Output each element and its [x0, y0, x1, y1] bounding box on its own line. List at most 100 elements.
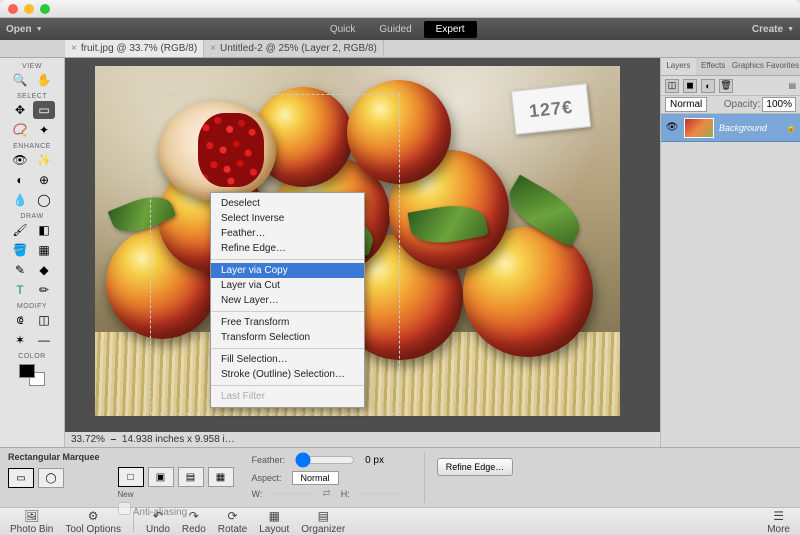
dropdown-icon: ▼ — [787, 26, 794, 33]
recompose-tool[interactable]: ◫ — [33, 311, 55, 329]
create-menu[interactable]: Create ▼ — [752, 24, 794, 35]
layout-button[interactable]: ▦Layout — [255, 509, 293, 535]
layer-mask-button[interactable]: ◼ — [683, 79, 697, 93]
marquee-tool[interactable]: ▭ — [33, 101, 55, 119]
type-tool[interactable]: T — [9, 281, 31, 299]
refine-edge-button[interactable]: Refine Edge… — [437, 458, 514, 476]
context-menu-item[interactable]: Free Transform — [211, 315, 364, 330]
clone-tool[interactable]: ⊕ — [33, 171, 55, 189]
brush-tool[interactable]: 🖌 — [9, 221, 31, 239]
more-button[interactable]: ☰More — [763, 509, 794, 535]
open-menu[interactable]: Open ▼ — [6, 24, 43, 35]
delete-layer-button[interactable]: 🗑 — [719, 79, 733, 93]
minimize-window-button[interactable] — [24, 4, 34, 14]
gradient-tool[interactable]: ▦ — [33, 241, 55, 259]
context-menu-item[interactable]: Deselect — [211, 196, 364, 211]
undo-button[interactable]: ↶Undo — [142, 509, 174, 535]
mode-quick[interactable]: Quick — [318, 21, 368, 38]
whiten-tool[interactable]: ✨ — [33, 151, 55, 169]
mode-expert[interactable]: Expert — [424, 21, 477, 38]
move-tool[interactable]: ✥ — [9, 101, 31, 119]
blend-mode-select[interactable]: Normal — [665, 97, 707, 112]
picker-tool[interactable]: ✎ — [9, 261, 31, 279]
selection-new-button[interactable]: □ — [118, 467, 144, 487]
zoom-window-button[interactable] — [40, 4, 50, 14]
crop-tool[interactable]: ⟃ — [9, 311, 31, 329]
layer-row[interactable]: 👁 Background 🔒 — [661, 114, 800, 142]
close-window-button[interactable] — [8, 4, 18, 14]
selection-subtract-button[interactable]: ▤ — [178, 467, 204, 487]
redo-button[interactable]: ↷Redo — [178, 509, 210, 535]
adjustment-layer-button[interactable]: ◐ — [701, 79, 715, 93]
blur-tool[interactable]: 💧 — [9, 191, 31, 209]
panel-menu-icon[interactable]: ▤ — [788, 81, 796, 90]
context-menu-item[interactable]: New Layer… — [211, 293, 364, 308]
visibility-toggle-icon[interactable]: 👁 — [665, 121, 679, 135]
close-tab-icon[interactable]: × — [210, 43, 216, 54]
photo-bin-icon: 🖼 — [23, 509, 41, 523]
workspace: VIEW 🔍 ✋ SELECT ✥ ▭ 📿 ✦ ENHANCE 👁 ✨ ◐ ⊕ … — [0, 58, 800, 447]
context-menu[interactable]: DeselectSelect InverseFeather…Refine Edg… — [210, 192, 365, 408]
layer-thumbnail[interactable] — [684, 118, 714, 138]
organizer-icon: ▤ — [314, 509, 332, 523]
document-tab[interactable]: × fruit.jpg @ 33.7% (RGB/8) — [65, 40, 204, 57]
image-price-tag: 127€ — [510, 83, 590, 135]
selection-new-label: New — [118, 490, 234, 499]
new-layer-button[interactable]: ◫ — [665, 79, 679, 93]
mode-switcher: Quick Guided Expert — [43, 21, 752, 38]
context-menu-item[interactable]: Stroke (Outline) Selection… — [211, 367, 364, 382]
panel-tab-favorites[interactable]: Favorites — [765, 58, 800, 75]
tool-group-label: MODIFY — [17, 303, 47, 310]
context-menu-item[interactable]: Feather… — [211, 226, 364, 241]
eraser-tool[interactable]: ◧ — [33, 221, 55, 239]
context-menu-item[interactable]: Refine Edge… — [211, 241, 364, 256]
tool-options-button[interactable]: ⚙Tool Options — [61, 509, 125, 535]
feather-value: 0 px — [365, 455, 384, 466]
rotate-button[interactable]: ⟳Rotate — [214, 509, 251, 535]
spot-heal-tool[interactable]: ◐ — [9, 171, 31, 189]
straighten-tool[interactable]: ― — [33, 331, 55, 349]
undo-icon: ↶ — [149, 509, 167, 523]
organizer-button[interactable]: ▤Organizer — [297, 509, 349, 535]
cookie-tool[interactable]: ✶ — [9, 331, 31, 349]
context-menu-item[interactable]: Transform Selection — [211, 330, 364, 345]
panel-tab-graphics[interactable]: Graphics — [731, 58, 766, 75]
zoom-tool[interactable]: 🔍 — [9, 71, 31, 89]
selection-intersect-button[interactable]: ▦ — [208, 467, 234, 487]
color-swatches[interactable] — [19, 364, 45, 386]
height-label: H: — [341, 489, 350, 499]
redeye-tool[interactable]: 👁 — [9, 151, 31, 169]
layer-blend-row: Normal Opacity: 100% — [661, 96, 800, 114]
marquee-rect-button[interactable]: ▭ — [8, 468, 34, 488]
context-menu-item[interactable]: Fill Selection… — [211, 352, 364, 367]
fill-tool[interactable]: 🪣 — [9, 241, 31, 259]
window-controls — [8, 4, 50, 14]
context-menu-item[interactable]: Layer via Cut — [211, 278, 364, 293]
opacity-value[interactable]: 100% — [762, 97, 796, 112]
pencil-tool[interactable]: ✏ — [33, 281, 55, 299]
feather-slider[interactable] — [295, 452, 355, 468]
sponge-tool[interactable]: ◯ — [33, 191, 55, 209]
canvas-status-bar: 33.72% ⎯ 14.938 inches x 9.958 i… — [65, 432, 660, 447]
rotate-label: Rotate — [218, 524, 247, 535]
selection-add-button[interactable]: ▣ — [148, 467, 174, 487]
panel-tab-effects[interactable]: Effects — [696, 58, 731, 75]
marquee-ellipse-button[interactable]: ◯ — [38, 468, 64, 488]
context-menu-item[interactable]: Select Inverse — [211, 211, 364, 226]
foreground-color-swatch[interactable] — [19, 364, 35, 378]
context-menu-item[interactable]: Layer via Copy — [211, 263, 364, 278]
mode-guided[interactable]: Guided — [367, 21, 423, 38]
close-tab-icon[interactable]: × — [71, 43, 77, 54]
zoom-level[interactable]: 33.72% — [71, 434, 105, 445]
hand-tool[interactable]: ✋ — [33, 71, 55, 89]
photo-bin-button[interactable]: 🖼Photo Bin — [6, 509, 57, 535]
aspect-select[interactable]: Normal — [292, 471, 339, 485]
context-menu-separator — [211, 311, 364, 312]
document-tab[interactable]: × Untitled-2 @ 25% (Layer 2, RGB/8) — [204, 40, 384, 57]
panel-tab-layers[interactable]: Layers — [661, 58, 696, 75]
lasso-tool[interactable]: 📿 — [9, 121, 31, 139]
app-top-bar: Open ▼ Quick Guided Expert Create ▼ — [0, 18, 800, 40]
shape-tool[interactable]: ◆ — [33, 261, 55, 279]
quick-select-tool[interactable]: ✦ — [33, 121, 55, 139]
window-titlebar — [0, 0, 800, 18]
